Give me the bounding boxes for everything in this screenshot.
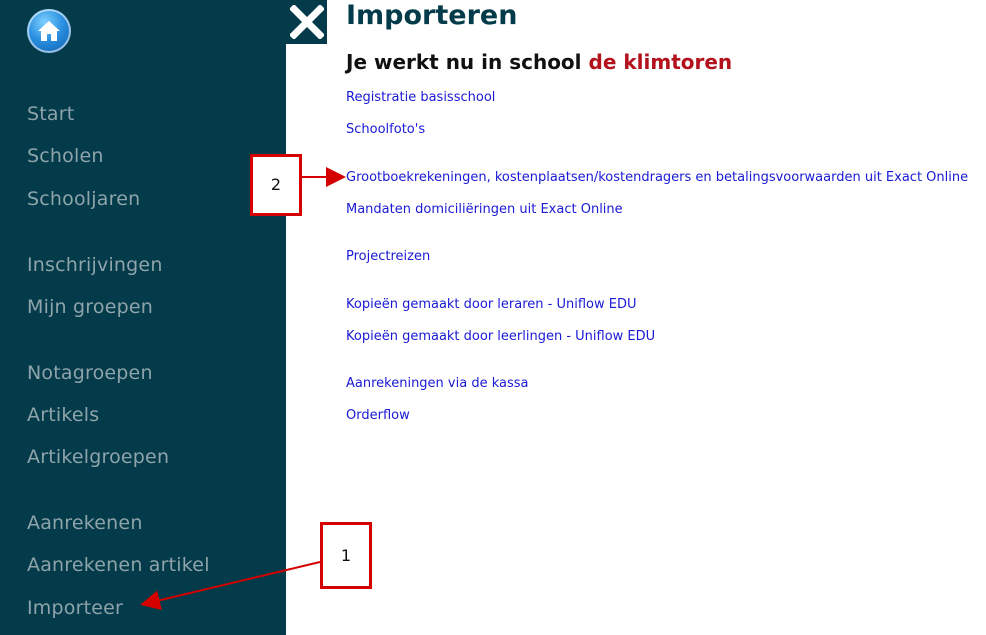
school-prefix: Je werkt nu in school [346, 50, 582, 74]
link-kopieen-leraren[interactable]: Kopieën gemaakt door leraren - Uniflow E… [346, 297, 637, 312]
link-mandaten-domicilieringen[interactable]: Mandaten domiciliëringen uit Exact Onlin… [346, 202, 623, 217]
annotation-callout-1: 1 [320, 522, 372, 589]
sidebar: Start Scholen Schooljaren Inschrijvingen… [0, 0, 286, 635]
home-button[interactable] [27, 9, 71, 53]
link-registratie-basisschool[interactable]: Registratie basisschool [346, 90, 495, 105]
home-icon [38, 21, 60, 41]
close-button[interactable] [286, 0, 327, 44]
sidebar-item-schooljaren[interactable]: Schooljaren [27, 188, 140, 210]
sidebar-item-start[interactable]: Start [27, 103, 74, 125]
page-title: Importeren [346, 0, 518, 31]
link-projectreizen[interactable]: Projectreizen [346, 249, 430, 264]
sidebar-item-inschrijvingen[interactable]: Inschrijvingen [27, 254, 163, 276]
link-orderflow[interactable]: Orderflow [346, 408, 410, 423]
close-icon [290, 5, 324, 39]
link-grootboekrekeningen-exact[interactable]: Grootboekrekeningen, kostenplaatsen/kost… [346, 170, 968, 185]
sidebar-item-artikelgroepen[interactable]: Artikelgroepen [27, 446, 169, 468]
link-kopieen-leerlingen[interactable]: Kopieën gemaakt door leerlingen - Uniflo… [346, 329, 655, 344]
sidebar-item-mijn-groepen[interactable]: Mijn groepen [27, 296, 153, 318]
sidebar-item-scholen[interactable]: Scholen [27, 145, 104, 167]
sidebar-item-aanrekenen[interactable]: Aanrekenen [27, 512, 143, 534]
link-aanrekeningen-kassa[interactable]: Aanrekeningen via de kassa [346, 376, 529, 391]
sidebar-item-artikels[interactable]: Artikels [27, 404, 99, 426]
school-name: de klimtoren [588, 50, 733, 74]
link-schoolfotos[interactable]: Schoolfoto's [346, 122, 425, 137]
sidebar-item-importeer[interactable]: Importeer [27, 597, 123, 619]
sidebar-item-aanrekenen-artikel[interactable]: Aanrekenen artikel [27, 554, 210, 576]
current-school-line: Je werkt nu in school de klimtoren [346, 50, 732, 74]
annotation-callout-2: 2 [250, 154, 302, 216]
sidebar-item-notagroepen[interactable]: Notagroepen [27, 362, 153, 384]
